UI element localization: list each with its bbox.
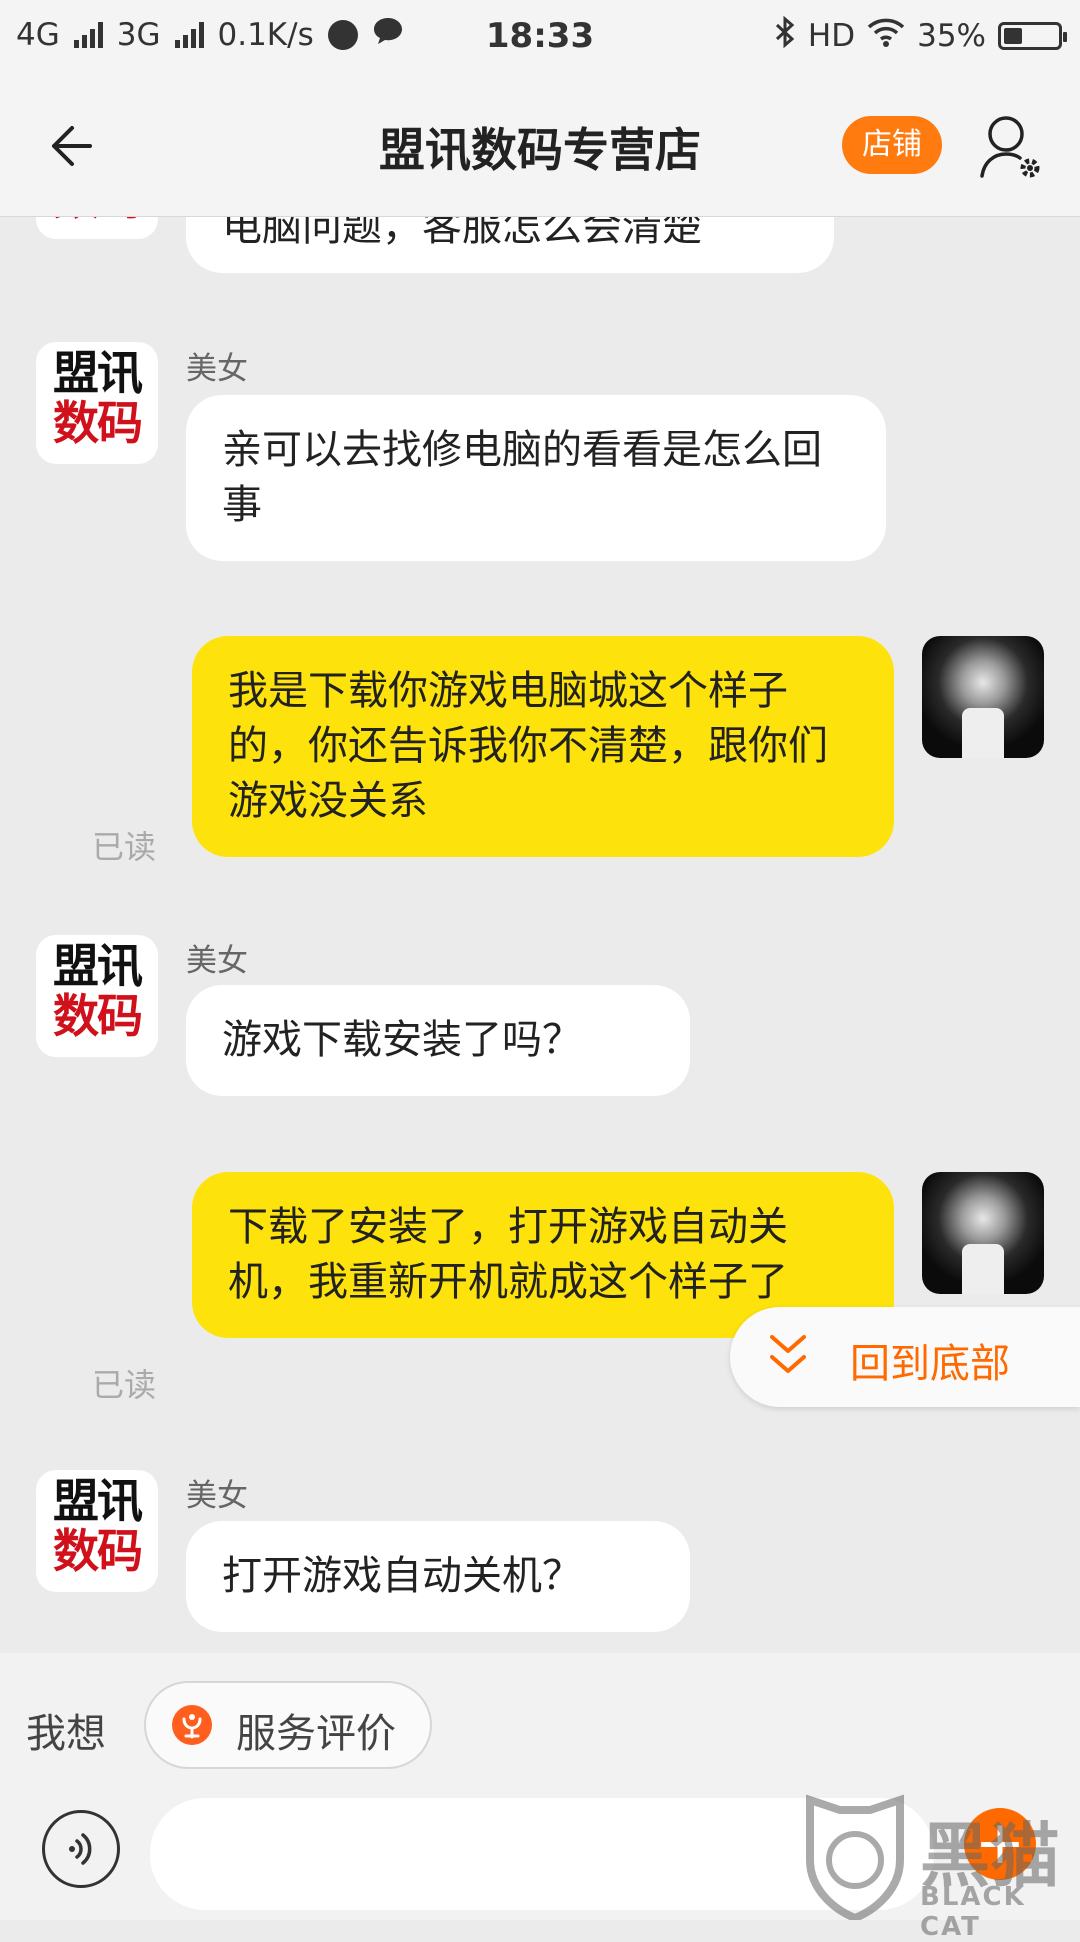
shop-avatar-text: 数码 bbox=[53, 396, 143, 450]
shop-avatar[interactable]: 盟讯 数码 bbox=[36, 935, 158, 1057]
message-bubble-outgoing[interactable]: 我是下载你游戏电脑城这个样子的，你还告诉我你不清楚，跟你们游戏没关系 bbox=[192, 636, 894, 857]
chat-header: 盟讯数码专营店 店铺 bbox=[0, 76, 1080, 217]
rating-flower-icon bbox=[172, 1705, 212, 1745]
sender-name: 美女 bbox=[186, 1478, 248, 1514]
voice-input-icon[interactable] bbox=[42, 1810, 120, 1888]
bluetooth-icon bbox=[774, 15, 796, 56]
battery-icon bbox=[998, 22, 1067, 50]
jump-to-bottom-label: 回到底部 bbox=[850, 1341, 1010, 1387]
battery-fill bbox=[1004, 28, 1022, 44]
message-bubble-incoming[interactable]: 游戏下载安装了吗？ bbox=[186, 985, 690, 1096]
hd-label: HD bbox=[807, 18, 856, 54]
shop-avatar[interactable]: 盟讯 数码 bbox=[36, 342, 158, 464]
service-rating-chip[interactable]: 服务评价 bbox=[144, 1681, 432, 1769]
read-status: 已读 bbox=[92, 828, 157, 866]
user-settings-icon[interactable] bbox=[978, 110, 1048, 182]
message-list[interactable]: 盟讯 数码 电脑问题，客服怎么会清楚 盟讯 数码 美女 亲可以去找修电脑的看看是… bbox=[0, 217, 1080, 1653]
message-bubble-incoming[interactable]: 亲可以去找修电脑的看看是怎么回事 bbox=[186, 395, 886, 561]
shop-avatar[interactable]: 盟讯 数码 bbox=[36, 1470, 158, 1592]
shop-button[interactable]: 店铺 bbox=[842, 116, 942, 174]
shop-avatar-text: 盟讯 bbox=[53, 346, 143, 400]
read-status: 已读 bbox=[92, 1366, 157, 1404]
jump-to-bottom-button[interactable]: 回到底部 bbox=[730, 1307, 1080, 1407]
double-chevron-down-icon bbox=[768, 1331, 808, 1381]
user-avatar[interactable] bbox=[922, 1172, 1044, 1294]
status-bar: 4G 3G 0.1K/s 18:33 HD 35% bbox=[0, 0, 1080, 76]
status-right: HD 35% bbox=[774, 15, 1067, 56]
shop-avatar-text: 数码 bbox=[53, 989, 143, 1043]
user-avatar[interactable] bbox=[922, 636, 1044, 758]
shop-avatar[interactable]: 盟讯 数码 bbox=[36, 217, 158, 239]
quick-action-bar: 我想 服务评价 bbox=[0, 1653, 1080, 1798]
message-text: 游戏下载安装了吗？ bbox=[222, 1017, 582, 1063]
sender-name: 美女 bbox=[186, 351, 248, 387]
message-text: 打开游戏自动关机？ bbox=[222, 1553, 582, 1599]
sender-name: 美女 bbox=[186, 943, 248, 979]
watermark: 黑猫 BLACK CAT bbox=[800, 1790, 1070, 1942]
battery-percent: 35% bbox=[917, 18, 986, 54]
message-bubble-incoming[interactable]: 电脑问题，客服怎么会清楚 bbox=[186, 217, 834, 273]
message-text: 亲可以去找修电脑的看看是怎么回事 bbox=[222, 427, 822, 528]
quick-action-label: 我想 bbox=[26, 1711, 106, 1757]
message-text: 电脑问题，客服怎么会清楚 bbox=[222, 217, 702, 250]
watermark-cat-shield-icon bbox=[806, 1794, 904, 1923]
shop-avatar-text: 数码 bbox=[53, 1524, 143, 1578]
message-bubble-incoming[interactable]: 打开游戏自动关机？ bbox=[186, 1521, 690, 1632]
shop-avatar-text: 盟讯 bbox=[53, 1474, 143, 1528]
shop-avatar-text: 盟讯 bbox=[53, 939, 143, 993]
shop-avatar-text: 数码 bbox=[36, 217, 158, 221]
wifi-icon bbox=[867, 17, 905, 55]
message-text: 下载了安装了，打开游戏自动关机，我重新开机就成这个样子了 bbox=[228, 1204, 788, 1305]
service-rating-label: 服务评价 bbox=[236, 1711, 396, 1757]
watermark-text-en: BLACK CAT bbox=[920, 1882, 1026, 1942]
message-text: 我是下载你游戏电脑城这个样子的，你还告诉我你不清楚，跟你们游戏没关系 bbox=[228, 668, 828, 824]
